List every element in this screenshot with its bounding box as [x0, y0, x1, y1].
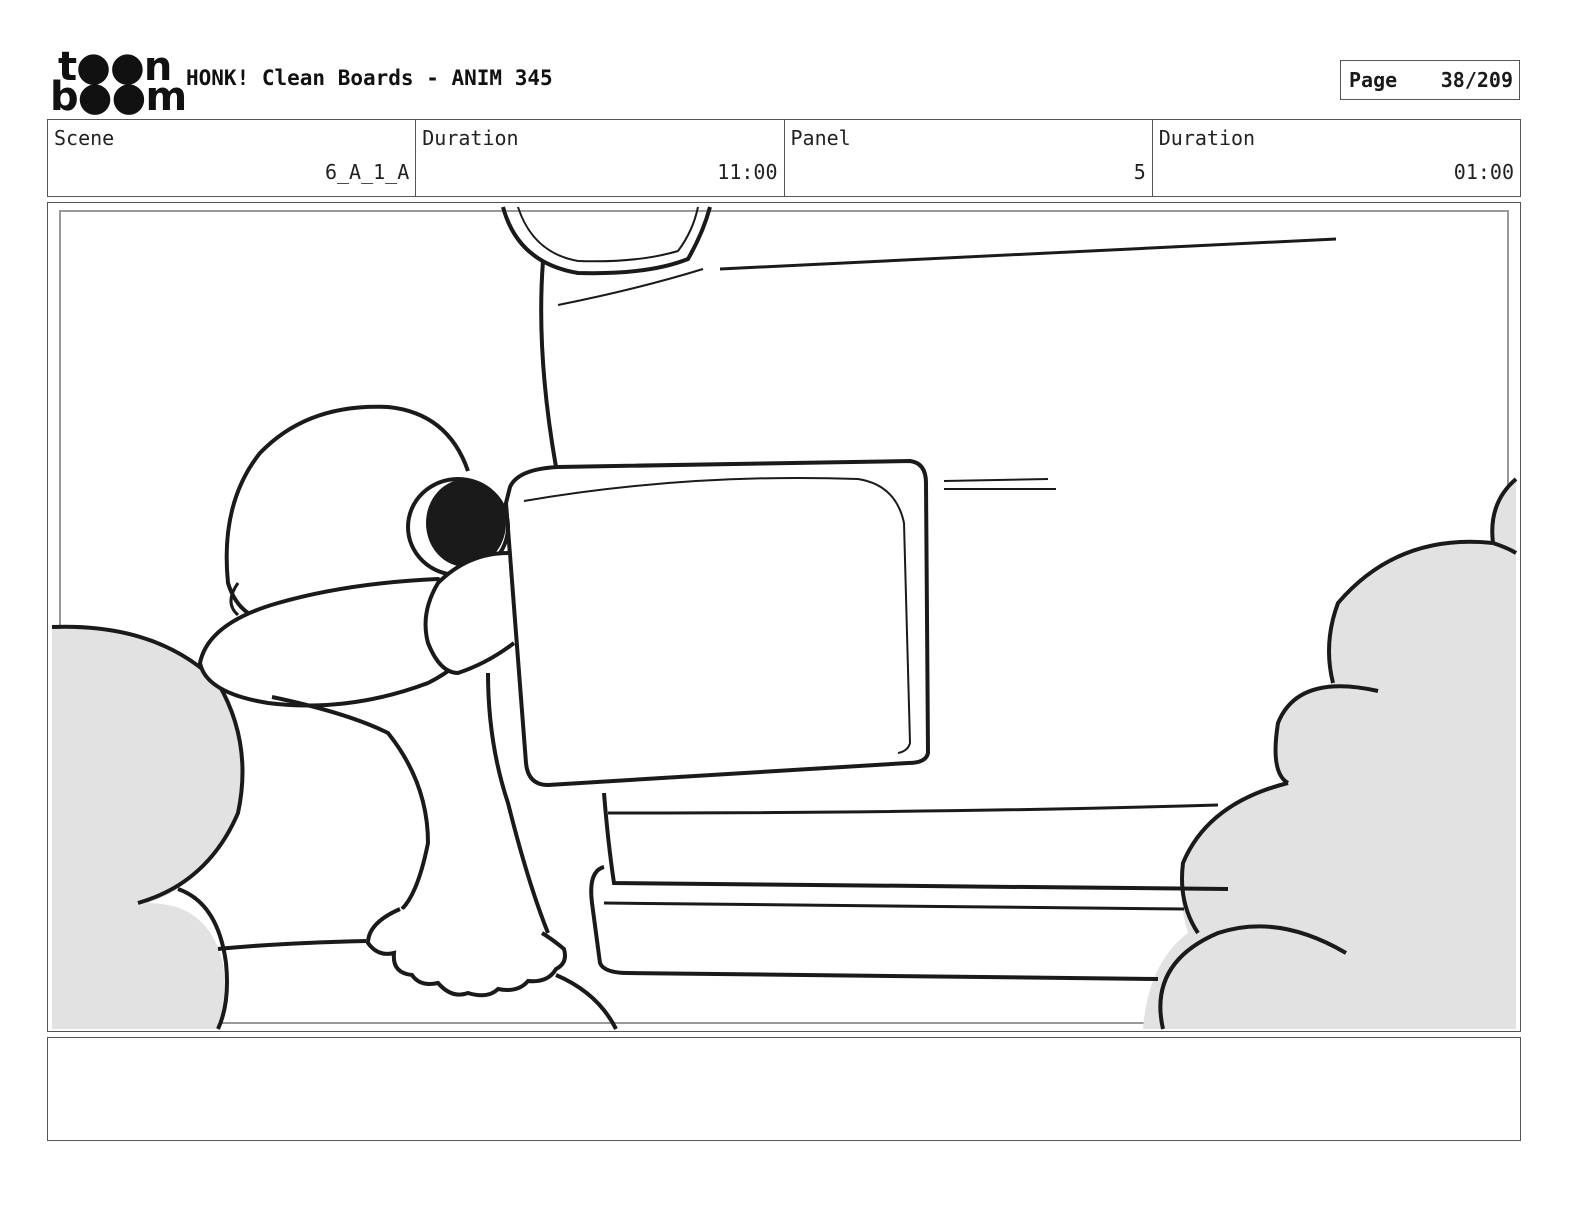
panel-duration-label: Duration: [1158, 126, 1256, 150]
document-title: HONK! Clean Boards - ANIM 345: [186, 66, 553, 90]
logo-line-2: b●●m: [50, 74, 187, 120]
notes-box: [47, 1037, 1521, 1141]
panel-value: 5: [1133, 160, 1146, 184]
storyboard-panel: [47, 202, 1521, 1032]
step-top-line: [607, 803, 1219, 815]
goose-ruffled-collar: [365, 907, 567, 998]
panel-duration-cell: Duration 01:00: [1153, 120, 1520, 196]
goose-neck-left: [271, 695, 431, 911]
sign-board: [503, 458, 931, 788]
panel-label: Panel: [790, 126, 851, 150]
panel-duration-value: 01:00: [1453, 160, 1514, 184]
page-indicator: Page 38/209: [1340, 60, 1520, 100]
scene-label: Scene: [54, 126, 115, 150]
scene-cell: Scene 6_A_1_A: [48, 120, 417, 196]
goose-body-curve: [555, 973, 618, 1030]
scene-duration-value: 11:00: [717, 160, 778, 184]
scene-duration-cell: Duration 11:00: [416, 120, 785, 196]
goose-body-line: [217, 939, 367, 951]
scene-value: 6_A_1_A: [324, 160, 410, 184]
left-bush-fill: [52, 626, 243, 1029]
step-middle-line: [603, 901, 1185, 911]
scene-duration-label: Duration: [422, 126, 519, 150]
panel-cell: Panel 5: [785, 120, 1153, 196]
building-edge-line: [539, 260, 558, 468]
scene-info-table: Scene 6_A_1_A Duration 11:00 Panel 5 Dur…: [47, 119, 1521, 197]
speed-lines: [943, 478, 1056, 490]
roof-line: [719, 237, 1337, 271]
page-number: 38/209: [1440, 68, 1513, 92]
toon-boom-logo: t●●n b●●m: [50, 47, 187, 117]
mirror-outline: [501, 206, 712, 276]
panel-drawing: [51, 206, 1518, 1030]
page-label: Page: [1349, 68, 1398, 92]
mirror-inner-outline: [517, 206, 699, 263]
right-bush-fill: [1143, 479, 1516, 1029]
